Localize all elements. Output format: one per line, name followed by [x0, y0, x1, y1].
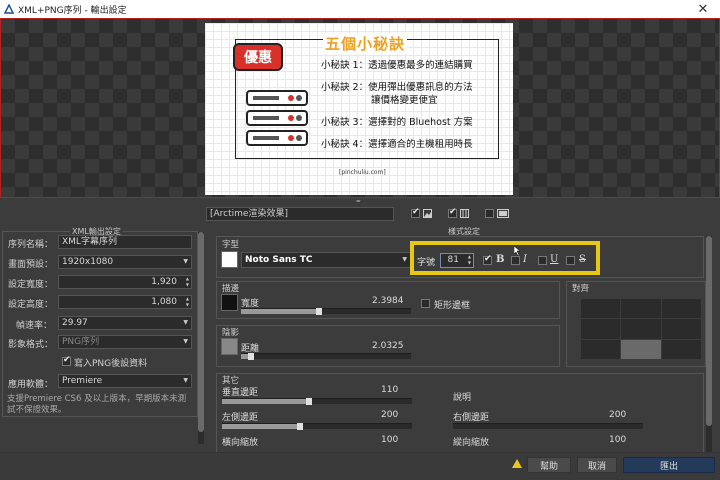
right-margin-slider[interactable] — [453, 423, 643, 429]
italic-checkbox[interactable] — [511, 256, 520, 265]
height-label: 設定高度： — [8, 300, 54, 310]
font-dropdown[interactable]: Noto Sans TC — [241, 252, 411, 268]
height-stepper[interactable]: 1,080 — [58, 295, 192, 309]
tip-line: 小秘訣 3：選擇對的 Bluehost 方案 — [321, 117, 473, 128]
rect-border-checkbox[interactable] — [421, 299, 430, 308]
discount-badge: 優惠 — [233, 43, 283, 71]
shadow-distance-slider[interactable] — [241, 353, 411, 360]
description-label: 說明 — [453, 393, 472, 403]
strike-checkbox[interactable] — [566, 256, 575, 265]
arctime-app-icon — [4, 4, 14, 14]
vertical-scale-label: 縱向縮放 — [453, 438, 490, 448]
align-top-center[interactable] — [621, 299, 661, 319]
title-bar: XML+PNG序列 - 輸出設定 ✕ — [0, 0, 720, 18]
vertical-margin-slider[interactable] — [222, 398, 412, 405]
align-middle-center[interactable] — [621, 319, 661, 339]
align-bottom-right[interactable] — [661, 339, 701, 359]
right-margin-label: 右側邊距 — [453, 413, 490, 423]
write-png-checkbox[interactable] — [62, 355, 71, 366]
align-group-title: 對齊 — [572, 284, 590, 294]
close-icon[interactable]: ✕ — [686, 0, 720, 18]
cancel-button[interactable]: 取消 — [577, 457, 617, 473]
window-title: XML+PNG序列 - 輸出設定 — [18, 5, 127, 16]
fps-label: 幀速率： — [16, 321, 53, 331]
vertical-margin-label: 垂直邊距 — [222, 388, 259, 398]
font-size-stepper[interactable]: 81 — [440, 253, 474, 268]
format-label: 影象格式： — [8, 340, 54, 350]
left-margin-value: 200 — [381, 410, 399, 420]
strike-label: S — [579, 254, 586, 265]
app-label: 應用軟體： — [8, 380, 54, 390]
preset-label: 畫面預設： — [8, 260, 54, 270]
stroke-width-value: 2.3984 — [372, 296, 404, 306]
app-dropdown[interactable]: Premiere — [58, 374, 192, 388]
font-group-title: 字型 — [222, 240, 240, 250]
warning-icon — [512, 459, 522, 468]
align-top-left[interactable] — [581, 299, 621, 319]
mouse-cursor-icon — [514, 246, 521, 256]
align-middle-right[interactable] — [661, 319, 701, 339]
sequence-name-input[interactable]: XML字幕序列 — [58, 235, 192, 249]
write-png-label: 寫入PNG後設資料 — [74, 359, 148, 369]
align-bottom-left[interactable] — [581, 339, 621, 359]
left-margin-slider[interactable] — [222, 423, 412, 430]
export-button[interactable]: 匯出 — [623, 457, 715, 473]
stroke-group-title: 描邊 — [222, 284, 240, 294]
shadow-group-title: 陰影 — [222, 328, 240, 338]
right-margin-value: 200 — [609, 410, 627, 420]
compat-note: 支援Premiere CS6 及以上版本，早期版本未測試不保證效果。 — [7, 394, 187, 415]
bold-checkbox[interactable] — [483, 254, 492, 265]
slide-tips: 小秘訣 1：透過優惠最多的連結購買 小秘訣 2：使用彈出優惠訊息的方法 讓價格變… — [321, 59, 473, 151]
right-scrollbar[interactable] — [706, 236, 712, 452]
help-button[interactable]: 幫助 — [527, 457, 571, 473]
fps-dropdown[interactable]: 29.97 — [58, 316, 192, 330]
horizontal-scale-value: 100 — [381, 435, 399, 445]
timeline-checkbox[interactable] — [485, 209, 494, 218]
preset-dropdown[interactable]: 1920x1080 — [58, 255, 192, 269]
align-middle-left[interactable] — [581, 319, 621, 339]
underline-checkbox[interactable] — [538, 256, 547, 265]
preview-frame-image: 五個小秘訣 優惠 小秘訣 1：透過優惠最多的連結購買 小秘訣 2：使用彈出優惠訊… — [205, 23, 513, 195]
rect-border-label: 矩形邊框 — [434, 301, 471, 311]
preview-film-checkbox[interactable] — [448, 207, 457, 218]
film-icon — [460, 209, 469, 218]
tip-line: 小秘訣 2：使用彈出優惠訊息的方法 — [321, 82, 473, 93]
format-dropdown[interactable]: PNG序列 — [58, 335, 192, 349]
slide-headline: 五個小秘訣 — [323, 33, 408, 54]
effect-name-input[interactable]: [Arctime渲染效果] — [206, 207, 394, 221]
preview-area: 五個小秘訣 優惠 小秘訣 1：透過優惠最多的連結購買 小秘訣 2：使用彈出優惠訊… — [0, 18, 720, 198]
italic-label: I — [523, 254, 527, 265]
server-rack-icon — [246, 90, 308, 146]
stroke-width-slider[interactable] — [241, 308, 411, 315]
width-stepper[interactable]: 1,920 — [58, 275, 192, 289]
bold-label: B — [496, 254, 505, 265]
left-scrollbar[interactable] — [198, 232, 204, 444]
timeline-icon — [497, 209, 509, 218]
shadow-distance-value: 2.0325 — [372, 341, 404, 351]
left-margin-label: 左側邊距 — [222, 413, 259, 423]
preview-image-checkbox[interactable] — [411, 207, 420, 218]
font-size-label: 字號 — [417, 258, 436, 268]
shadow-color-swatch[interactable] — [221, 338, 238, 355]
align-top-right[interactable] — [661, 299, 701, 319]
tip-line: 讓價格變更便宜 — [371, 95, 438, 106]
alignment-grid[interactable] — [581, 299, 701, 359]
align-bottom-center[interactable] — [621, 339, 661, 359]
underline-label: U — [550, 254, 559, 265]
stroke-color-swatch[interactable] — [221, 294, 238, 311]
font-color-swatch[interactable] — [221, 251, 238, 268]
slide-footer: [pinchuliu.com] — [339, 169, 386, 176]
vertical-margin-value: 110 — [381, 385, 399, 395]
width-label: 設定寬度： — [8, 280, 54, 290]
tip-line: 小秘訣 1：透過優惠最多的連結購買 — [321, 60, 473, 71]
tip-line: 小秘訣 4：選擇適合的主機租用時長 — [321, 139, 473, 150]
vertical-scale-value: 100 — [609, 435, 627, 445]
horizontal-scale-label: 橫向縮放 — [222, 438, 259, 448]
sequence-name-label: 序列名稱： — [8, 240, 54, 250]
image-icon — [423, 209, 432, 218]
